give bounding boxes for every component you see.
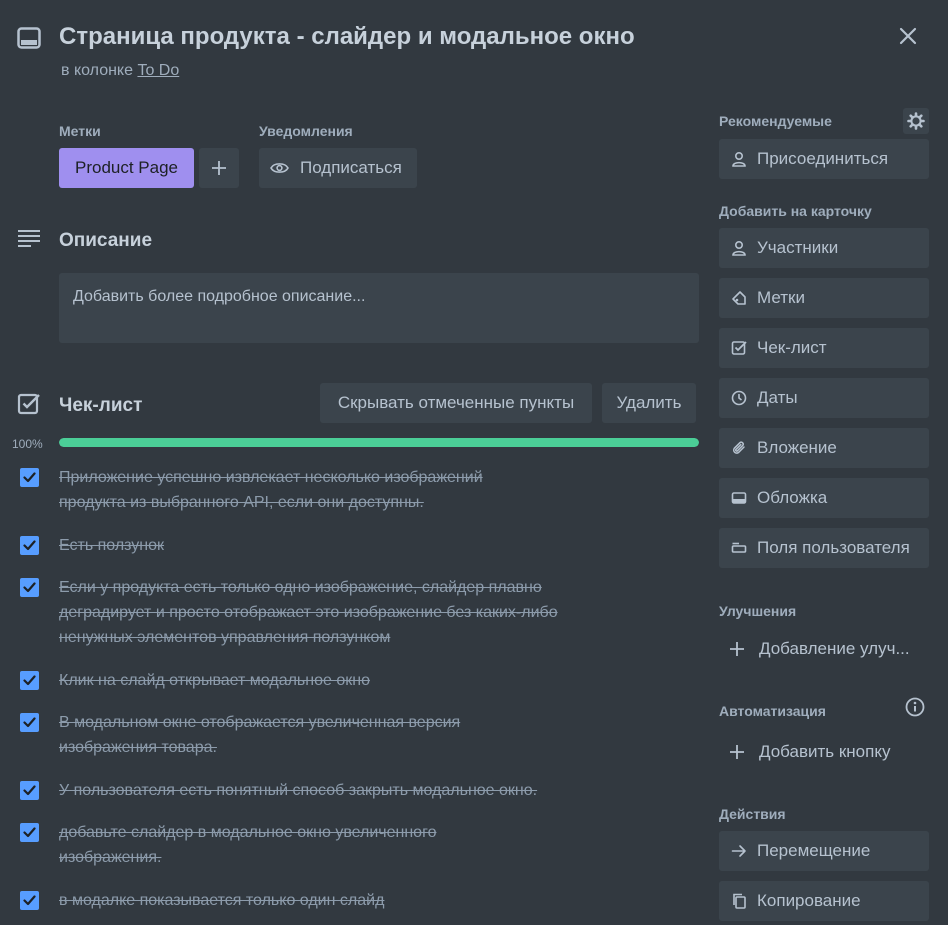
dates-button[interactable]: Даты: [719, 378, 929, 418]
copy-button-label: Копирование: [757, 891, 861, 910]
plus-icon: [212, 161, 226, 175]
checkmark-icon: [23, 717, 36, 728]
checklist-icon: [17, 392, 41, 416]
add-to-card-label: Добавить на карточку: [719, 203, 872, 219]
card-icon: [17, 27, 41, 49]
subtitle-prefix: в колонке: [61, 62, 133, 79]
cover-button[interactable]: Обложка: [719, 478, 929, 518]
members-button[interactable]: Участники: [719, 228, 929, 268]
checkmark-icon: [23, 472, 36, 483]
gear-icon: [907, 112, 925, 130]
checklist-item-checkbox[interactable]: [20, 536, 39, 555]
checkmark-icon: [23, 785, 36, 796]
checkmark-icon: [23, 540, 36, 551]
notifications-section-label: Уведомления: [259, 123, 353, 139]
watch-button[interactable]: Подписаться: [259, 148, 417, 188]
suggested-label: Рекомендуемые: [719, 113, 832, 129]
checklist-item-text[interactable]: добавьте слайдер в модальное окно увелич…: [59, 820, 489, 870]
checklist-item-checkbox[interactable]: [20, 671, 39, 690]
checklist-item-checkbox[interactable]: [20, 891, 39, 910]
close-button[interactable]: [894, 22, 922, 50]
checklist-progress-fill: [59, 438, 699, 447]
tag-icon: [732, 291, 746, 305]
dates-button-label: Даты: [757, 388, 798, 407]
plus-icon: [730, 745, 744, 759]
cover-icon: [731, 492, 747, 504]
checklist-heading: Чек-лист: [59, 395, 143, 416]
description-icon: [17, 229, 41, 249]
add-power-up-label: Добавление улуч...: [759, 639, 910, 658]
checklist-button[interactable]: Чек-лист: [719, 328, 929, 368]
attachment-button[interactable]: Вложение: [719, 428, 929, 468]
label-chip[interactable]: Product Page: [59, 148, 194, 188]
labels-button-label: Метки: [757, 288, 805, 307]
clock-icon: [731, 390, 747, 406]
labels-section-label: Метки: [59, 123, 101, 139]
checklist-item-text[interactable]: В модальном окне отображается увеличенна…: [59, 710, 529, 760]
checklist-item-checkbox[interactable]: [20, 823, 39, 842]
copy-icon: [733, 893, 746, 909]
custom-fields-icon: [731, 542, 747, 553]
checklist-item-text[interactable]: Есть ползунок: [59, 533, 579, 558]
person-icon: [732, 240, 746, 256]
suggested-settings-button[interactable]: [903, 108, 929, 134]
checklist-item-text[interactable]: Клик на слайд открывает модальное окно: [59, 668, 579, 693]
list-link[interactable]: To Do: [137, 62, 179, 79]
add-label-button[interactable]: [199, 148, 239, 188]
description-field[interactable]: Добавить более подробное описание...: [59, 273, 699, 343]
automation-label: Автоматизация: [719, 703, 826, 719]
checklist-item-checkbox[interactable]: [20, 578, 39, 597]
automation-info-button[interactable]: [905, 697, 925, 717]
checklist-item-checkbox[interactable]: [20, 713, 39, 732]
labels-button[interactable]: Метки: [719, 278, 929, 318]
move-button[interactable]: Перемещение: [719, 831, 929, 871]
checklist-item-text[interactable]: в модалке показывается только один слайд: [59, 888, 579, 913]
checklist-item-checkbox[interactable]: [20, 468, 39, 487]
checklist-progress-percent: 100%: [12, 437, 43, 451]
checklist-item-text[interactable]: У пользователя есть понятный способ закр…: [59, 778, 589, 803]
delete-checklist-button[interactable]: Удалить: [602, 383, 696, 423]
checkmark-icon: [23, 675, 36, 686]
hide-checked-items-button[interactable]: Скрывать отмеченные пункты: [320, 383, 592, 423]
checklist-button-label: Чек-лист: [757, 338, 827, 357]
attachment-button-label: Вложение: [757, 438, 837, 457]
eye-icon: [270, 163, 289, 173]
join-button[interactable]: Присоединиться: [719, 139, 929, 179]
members-button-label: Участники: [757, 238, 839, 257]
checklist-item-checkbox[interactable]: [20, 781, 39, 800]
add-button-label: Добавить кнопку: [759, 742, 891, 761]
person-icon: [732, 151, 746, 167]
info-icon: [905, 697, 925, 717]
checklist-icon: [731, 341, 747, 355]
join-button-label: Присоединиться: [757, 149, 889, 168]
actions-label: Действия: [719, 806, 786, 822]
checkmark-icon: [23, 582, 36, 593]
checklist-item-text[interactable]: Если у продукта есть только одно изображ…: [59, 575, 589, 650]
checkmark-icon: [23, 895, 36, 906]
cover-button-label: Обложка: [757, 488, 828, 507]
power-ups-label: Улучшения: [719, 603, 797, 619]
checklist-item-text[interactable]: Приложение успешно извлекает несколько и…: [59, 465, 539, 515]
copy-button[interactable]: Копирование: [719, 881, 929, 921]
custom-fields-button[interactable]: Поля пользователя: [719, 528, 929, 568]
list-breadcrumb: в колонке To Do: [61, 62, 179, 80]
add-button-button[interactable]: Добавить кнопку: [719, 732, 929, 772]
checkmark-icon: [23, 827, 36, 838]
move-button-label: Перемещение: [757, 841, 871, 860]
description-heading: Описание: [59, 230, 153, 251]
arrow-right-icon: [731, 845, 746, 857]
paperclip-icon: [732, 441, 745, 454]
card-title[interactable]: Страница продукта - слайдер и модальное …: [59, 23, 635, 51]
plus-icon: [730, 642, 744, 656]
checklist-progress-bar: [59, 438, 699, 447]
add-power-up-button[interactable]: Добавление улуч...: [719, 629, 929, 669]
watch-button-label: Подписаться: [300, 158, 402, 177]
close-icon: [899, 27, 917, 45]
custom-fields-button-label: Поля пользователя: [757, 538, 910, 557]
